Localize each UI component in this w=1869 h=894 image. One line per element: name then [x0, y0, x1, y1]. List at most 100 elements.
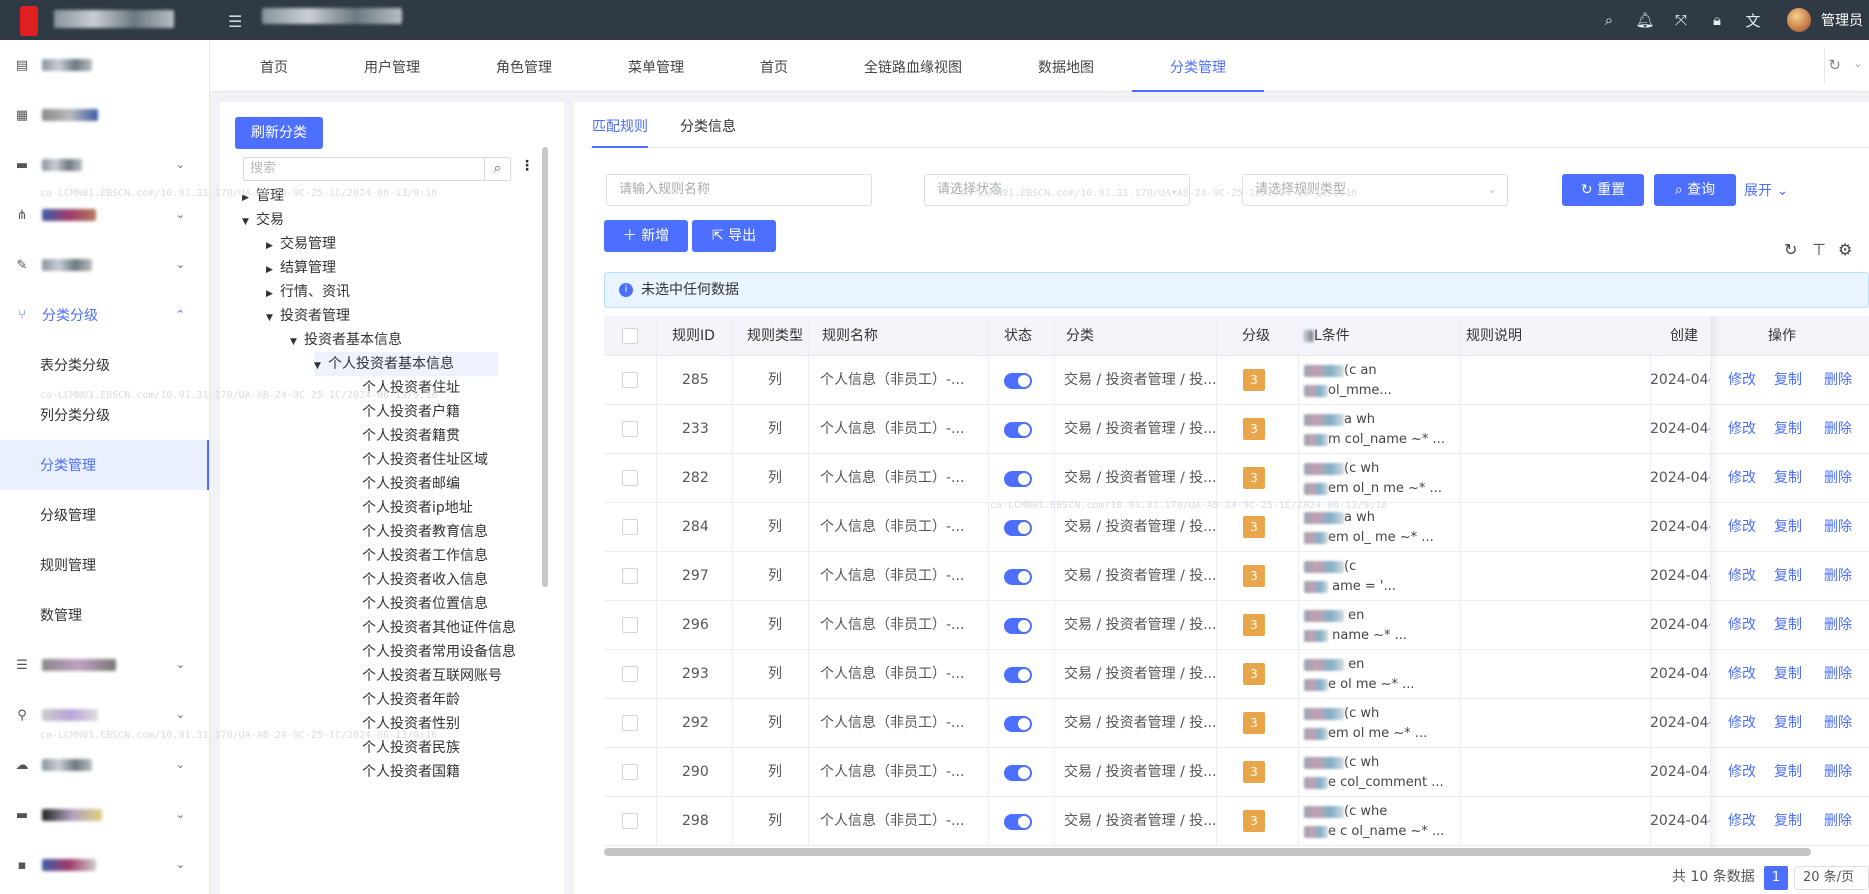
tab-home[interactable]: 首页 — [210, 40, 326, 92]
export-button[interactable]: ⇱ 导出 — [692, 220, 776, 252]
sidebar-item-1[interactable]: ▤ — [0, 40, 209, 90]
refresh-icon[interactable]: ↻ — [1828, 56, 1841, 74]
avatar[interactable] — [1787, 8, 1811, 32]
page-size-select[interactable]: 20 条/页 — [1794, 866, 1869, 890]
chevron-down-icon[interactable]: ⌄ — [1853, 56, 1863, 70]
caret-down-icon[interactable]: ▼ — [242, 210, 256, 234]
caret-right-icon[interactable]: ▶ — [266, 234, 280, 258]
row-checkbox[interactable] — [622, 764, 638, 780]
tree-node[interactable]: 个人投资者工作信息 — [362, 544, 488, 568]
col-rule-type[interactable]: 规则类型 — [747, 316, 803, 356]
sidebar-item-2[interactable]: ▦ — [0, 90, 209, 140]
tree-node[interactable]: 个人投资者ip地址 — [362, 496, 473, 520]
tree-node[interactable]: 个人投资者邮编 — [362, 472, 460, 496]
row-checkbox[interactable] — [622, 666, 638, 682]
edit-link[interactable]: 修改 — [1728, 454, 1756, 503]
status-toggle[interactable] — [1004, 716, 1032, 732]
copy-link[interactable]: 复制 — [1774, 650, 1802, 699]
lock-icon[interactable]: 🔒︎ — [1699, 11, 1735, 29]
delete-link[interactable]: 删除 — [1824, 552, 1852, 601]
tree-node[interactable]: ▶ 行情、资讯 — [266, 280, 350, 304]
col-status[interactable]: 状态 — [1004, 316, 1032, 356]
delete-link[interactable]: 删除 — [1824, 356, 1852, 405]
rule-name-input[interactable]: 请输入规则名称 — [606, 174, 872, 206]
status-toggle[interactable] — [1004, 814, 1032, 830]
status-toggle[interactable] — [1004, 520, 1032, 536]
status-toggle[interactable] — [1004, 569, 1032, 585]
tab-data-map[interactable]: 数据地图 — [1000, 40, 1132, 92]
copy-link[interactable]: 复制 — [1774, 503, 1802, 552]
edit-link[interactable]: 修改 — [1728, 699, 1756, 748]
sidebar-item-10[interactable]: ▬ ⌄ — [0, 790, 209, 840]
row-checkbox[interactable] — [622, 568, 638, 584]
column-height-icon[interactable]: ⊤ — [1812, 240, 1826, 259]
row-checkbox[interactable] — [622, 519, 638, 535]
select-all-checkbox[interactable] — [622, 328, 638, 344]
tree-node-selected[interactable]: ▼ 个人投资者基本信息 — [314, 352, 498, 376]
tree-node[interactable]: 个人投资者位置信息 — [362, 592, 488, 616]
edit-link[interactable]: 修改 — [1728, 552, 1756, 601]
copy-link[interactable]: 复制 — [1774, 601, 1802, 650]
bell-icon[interactable]: 🔔︎ — [1627, 11, 1663, 29]
delete-link[interactable]: 删除 — [1824, 748, 1852, 797]
gear-icon[interactable]: ⚙ — [1838, 240, 1852, 259]
status-toggle[interactable] — [1004, 667, 1032, 683]
search-icon[interactable]: ⌕ — [1591, 11, 1627, 29]
sidebar-group-classification[interactable]: ⑂ 分类分级 ⌃ — [0, 290, 209, 340]
tab-lineage-view[interactable]: 全链路血缘视图 — [826, 40, 1000, 92]
table-horizontal-scrollbar[interactable] — [604, 848, 1811, 856]
caret-down-icon[interactable]: ▼ — [314, 354, 328, 378]
caret-down-icon[interactable]: ▼ — [290, 330, 304, 354]
col-rule-id[interactable]: 规则ID — [672, 316, 715, 356]
tab-category-info[interactable]: 分类信息 — [680, 116, 736, 136]
tree-node[interactable]: 个人投资者国籍 — [362, 760, 460, 784]
copy-link[interactable]: 复制 — [1774, 552, 1802, 601]
delete-link[interactable]: 删除 — [1824, 405, 1852, 454]
search-icon[interactable]: ⌕ — [484, 158, 510, 180]
status-toggle[interactable] — [1004, 373, 1032, 389]
tree-node[interactable]: ▶ 结算管理 — [266, 256, 336, 280]
sidebar-item-table-classification[interactable]: 表分类分级 — [0, 340, 209, 390]
expand-link[interactable]: 展开 ⌄ — [1744, 180, 1788, 200]
tree-node[interactable]: 个人投资者其他证件信息 — [362, 616, 516, 640]
pagination-page-1[interactable]: 1 — [1764, 866, 1788, 890]
tab-user-management[interactable]: 用户管理 — [326, 40, 458, 92]
username[interactable]: 管理员 — [1821, 10, 1869, 30]
copy-link[interactable]: 复制 — [1774, 748, 1802, 797]
edit-link[interactable]: 修改 — [1728, 748, 1756, 797]
col-rule-name[interactable]: 规则名称 — [822, 316, 878, 356]
fullscreen-icon[interactable]: ⤧ — [1663, 11, 1699, 29]
sidebar-item-rule-management[interactable]: 规则管理 — [0, 540, 209, 590]
menu-fold-icon[interactable]: ☰ — [228, 12, 242, 31]
edit-link[interactable]: 修改 — [1728, 405, 1756, 454]
caret-right-icon[interactable]: ▶ — [266, 282, 280, 306]
tree-node[interactable]: 个人投资者收入信息 — [362, 568, 488, 592]
delete-link[interactable]: 删除 — [1824, 797, 1852, 846]
col-level[interactable]: 分级 — [1242, 316, 1270, 356]
tree-node[interactable]: 个人投资者户籍 — [362, 400, 460, 424]
tree-node[interactable]: 个人投资者互联网账号 — [362, 664, 502, 688]
add-button[interactable]: ＋ 新增 — [604, 220, 688, 252]
tree-node[interactable]: ▼ 交易 — [242, 208, 284, 232]
col-created[interactable]: 创建 — [1670, 316, 1698, 356]
delete-link[interactable]: 删除 — [1824, 699, 1852, 748]
edit-link[interactable]: 修改 — [1728, 650, 1756, 699]
row-checkbox[interactable] — [622, 421, 638, 437]
tab-role-management[interactable]: 角色管理 — [458, 40, 590, 92]
delete-link[interactable]: 删除 — [1824, 601, 1852, 650]
tree-node[interactable]: ▼ 投资者基本信息 — [290, 328, 402, 352]
sidebar-item-level-management[interactable]: 分级管理 — [0, 490, 209, 540]
delete-link[interactable]: 删除 — [1824, 503, 1852, 552]
delete-link[interactable]: 删除 — [1824, 454, 1852, 503]
sidebar-item-data-management[interactable]: 数管理 — [0, 590, 209, 640]
sidebar-item-7[interactable]: ☰ ⌄ — [0, 640, 209, 690]
more-vertical-icon[interactable]: ⋮ — [520, 158, 534, 174]
delete-link[interactable]: 删除 — [1824, 650, 1852, 699]
copy-link[interactable]: 复制 — [1774, 405, 1802, 454]
tab-menu-management[interactable]: 菜单管理 — [590, 40, 722, 92]
tree-search-input[interactable]: 搜索 ⌕ — [243, 157, 511, 181]
sidebar-item-category-management[interactable]: 分类管理 — [0, 440, 209, 490]
tree-node[interactable]: ▼ 投资者管理 — [266, 304, 350, 328]
query-button[interactable]: ⌕ 查询 — [1654, 174, 1736, 206]
refresh-category-button[interactable]: 刷新分类 — [235, 117, 323, 149]
